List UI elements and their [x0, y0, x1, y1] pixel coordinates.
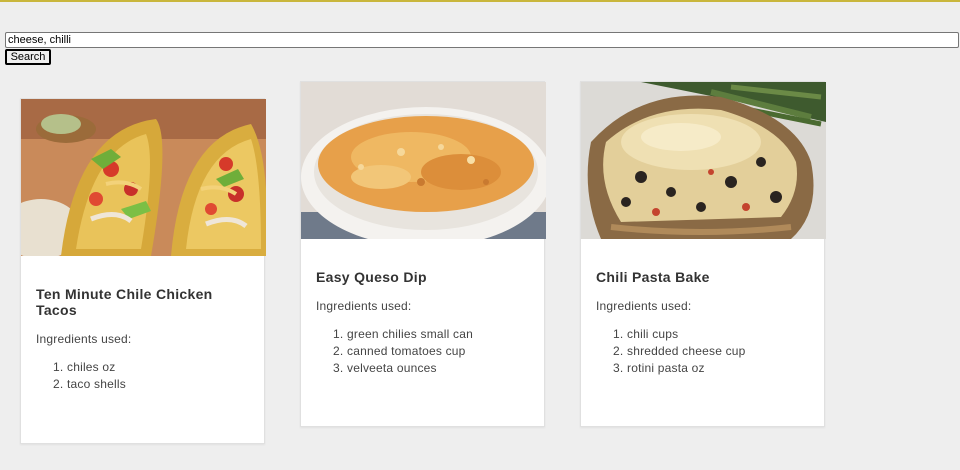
ingredients-label: Ingredients used: — [596, 299, 692, 313]
recipe-image — [581, 82, 826, 239]
ingredients-list: green chilies small can canned tomatoes … — [316, 326, 529, 377]
ingredient-item: velveeta ounces — [347, 360, 529, 377]
ingredients-list: chiles oz taco shells — [36, 359, 249, 393]
recipe-card[interactable]: Easy Queso Dip Ingredients used: green c… — [300, 81, 546, 427]
ingredient-item: taco shells — [67, 376, 249, 393]
search-input[interactable] — [5, 32, 959, 48]
ingredients-list: chili cups shredded cheese cup rotini pa… — [596, 326, 809, 377]
ingredient-item: rotini pasta oz — [627, 360, 809, 377]
recipe-title: Ten Minute Chile Chicken Tacos — [36, 286, 213, 318]
search-button[interactable]: Search — [5, 49, 51, 65]
ingredient-item: chili cups — [627, 326, 809, 343]
ingredient-item: canned tomatoes cup — [347, 343, 529, 360]
recipe-image — [21, 99, 266, 256]
ingredient-item: shredded cheese cup — [627, 343, 809, 360]
recipe-title: Easy Queso Dip — [316, 269, 427, 285]
ingredient-item: green chilies small can — [347, 326, 529, 343]
recipe-title: Chili Pasta Bake — [596, 269, 710, 285]
recipe-card[interactable]: Chili Pasta Bake Ingredients used: chili… — [580, 81, 826, 427]
ingredients-label: Ingredients used: — [36, 332, 132, 346]
top-accent-border — [0, 0, 960, 2]
ingredients-label: Ingredients used: — [316, 299, 412, 313]
ingredient-item: chiles oz — [67, 359, 249, 376]
recipe-image — [301, 82, 546, 239]
recipe-card[interactable]: Ten Minute Chile Chicken Tacos Ingredien… — [20, 98, 266, 444]
